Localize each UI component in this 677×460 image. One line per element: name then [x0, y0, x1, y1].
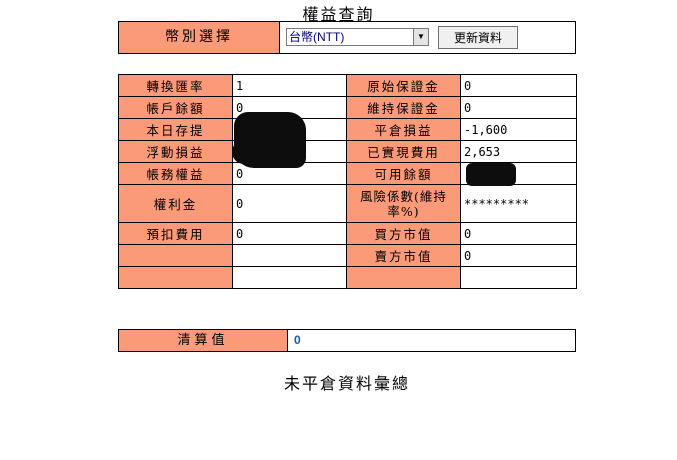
label-empty	[118, 244, 233, 267]
value-withheld-fees: 0	[232, 222, 347, 245]
table-row: 權利金 0 風險係數(維持率%) *********	[118, 184, 577, 223]
label-empty	[118, 266, 233, 289]
label-daily-deposit-withdrawal: 本日存提	[118, 118, 233, 141]
value-buyer-market-value: 0	[460, 222, 577, 245]
table-row: 預扣費用 0 買方市值 0	[118, 222, 577, 245]
label-seller-market-value: 賣方市值	[346, 244, 461, 267]
value-premium: 0	[232, 184, 347, 223]
value-empty	[460, 266, 577, 289]
label-realized-fees: 已實現費用	[346, 140, 461, 163]
open-position-summary-title: 未平倉資料彙總	[283, 374, 410, 393]
label-available-balance: 可用餘額	[346, 162, 461, 185]
table-row: 賣方市值 0	[118, 244, 577, 267]
label-account-equity: 帳務權益	[118, 162, 233, 185]
label-premium: 權利金	[118, 184, 233, 223]
currency-label: 幣別選擇	[119, 22, 280, 53]
label-exchange-rate: 轉換匯率	[118, 74, 233, 97]
table-row: 帳戶餘額 0 維持保證金 0	[118, 96, 577, 119]
value-initial-margin: 0	[460, 74, 577, 97]
label-account-balance: 帳戶餘額	[118, 96, 233, 119]
currency-selector-panel: 幣別選擇 台幣(NTT) ▼ 更新資料	[118, 21, 576, 54]
value-closed-pnl: -1,600	[460, 118, 577, 141]
value-empty	[232, 244, 347, 267]
label-maintenance-margin: 維持保證金	[346, 96, 461, 119]
label-empty	[346, 266, 461, 289]
label-buyer-market-value: 買方市值	[346, 222, 461, 245]
currency-select[interactable]: 台幣(NTT) ▼	[286, 28, 429, 46]
value-exchange-rate: 1	[232, 74, 347, 97]
refresh-button[interactable]: 更新資料	[438, 26, 518, 49]
value-seller-market-value: 0	[460, 244, 577, 267]
label-withheld-fees: 預扣費用	[118, 222, 233, 245]
table-row: 轉換匯率 1 原始保證金 0	[118, 74, 577, 97]
label-risk-ratio: 風險係數(維持率%)	[346, 184, 461, 223]
value-empty	[232, 266, 347, 289]
settlement-value: 0	[294, 333, 301, 347]
chevron-down-icon[interactable]: ▼	[413, 29, 428, 45]
label-closed-pnl: 平倉損益	[346, 118, 461, 141]
currency-controls: 台幣(NTT) ▼ 更新資料	[280, 22, 575, 53]
table-row	[118, 266, 577, 289]
value-risk-ratio: *********	[460, 184, 577, 223]
label-floating-pnl: 浮動損益	[118, 140, 233, 163]
value-realized-fees: 2,653	[460, 140, 577, 163]
label-initial-margin: 原始保證金	[346, 74, 461, 97]
table-row: 浮動損益 已實現費用 2,653	[118, 140, 577, 163]
settlement-label: 清算值	[119, 330, 288, 351]
redaction-mark	[466, 163, 516, 186]
value-maintenance-margin: 0	[460, 96, 577, 119]
redaction-mark	[232, 140, 280, 164]
table-row: 本日存提 平倉損益 -1,600	[118, 118, 577, 141]
currency-selected-value: 台幣(NTT)	[289, 30, 345, 44]
settlement-panel: 清算值 0	[118, 329, 576, 352]
